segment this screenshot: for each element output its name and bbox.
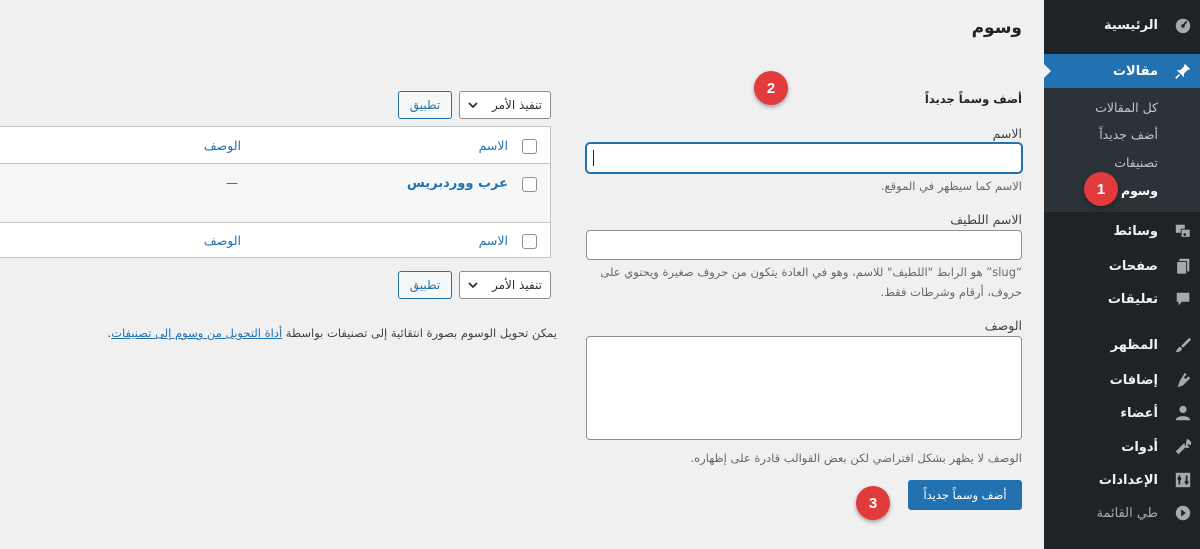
bulk-action-value: تنفيذ الأمر — [492, 98, 542, 112]
collapse-icon — [1175, 505, 1191, 521]
annotation-badge-2: 2 — [754, 71, 788, 105]
slug-help: “slug” هو الرابط "اللطيف" للاسم، وهو في … — [600, 265, 1022, 299]
chevron-down-icon — [468, 282, 478, 289]
menu-label: مقالات — [1112, 63, 1158, 79]
pages-icon — [1176, 258, 1190, 275]
menu-label: إضافات — [1109, 372, 1158, 388]
menu-item-appearance[interactable]: المظهر — [1044, 328, 1200, 362]
menu-item-dashboard[interactable]: الرئيسية — [1044, 8, 1200, 42]
description-label: الوصف — [984, 318, 1022, 333]
media-icon — [1175, 224, 1191, 238]
wrench-icon — [1175, 439, 1192, 455]
menu-item-users[interactable]: أعضاء — [1044, 396, 1200, 430]
admin-sidebar: الرئيسية مقالات كل المقالات أضف جديداً ت… — [1043, 0, 1200, 549]
menu-item-pages[interactable]: صفحات — [1044, 249, 1200, 283]
menu-label: المظهر — [1110, 337, 1158, 353]
tag-slug-input[interactable] — [586, 230, 1022, 260]
menu-label: أعضاء — [1120, 405, 1158, 421]
comment-icon — [1176, 292, 1190, 306]
tag-description-textarea[interactable] — [586, 336, 1022, 440]
menu-item-settings[interactable]: الإعدادات — [1044, 463, 1200, 497]
menu-label: الرئيسية — [1103, 17, 1158, 33]
brush-icon — [1175, 337, 1192, 353]
name-label: الاسم — [992, 126, 1022, 141]
bulk-action-select-bottom[interactable]: تنفيذ الأمر — [459, 271, 551, 299]
column-description-footer[interactable]: الوصف — [204, 233, 241, 248]
plugin-icon — [1177, 372, 1191, 388]
menu-label: الإعدادات — [1098, 472, 1158, 488]
name-help: الاسم كما سيظهر في الموقع. — [880, 179, 1022, 193]
annotation-badge-3: 3 — [856, 486, 890, 520]
table-row: عرب ووردبريس — — [0, 164, 550, 222]
posts-submenu: كل المقالات أضف جديداً تصنيفات وسوم — [1044, 88, 1200, 212]
settings-icon — [1175, 472, 1191, 488]
tag-name-input[interactable] — [586, 143, 1022, 173]
select-all-checkbox[interactable] — [522, 139, 537, 154]
tag-name-link[interactable]: عرب ووردبريس — [407, 176, 508, 191]
table-header-row: الاسم الوصف — [0, 127, 550, 164]
convert-tags-note: يمكن تحويل الوسوم بصورة انتقائية إلى تصن… — [108, 326, 557, 340]
menu-label: أدوات — [1121, 439, 1158, 455]
submenu-tags[interactable]: وسوم — [1121, 183, 1158, 198]
add-new-tag-button[interactable]: أضف وسماً جديداً — [908, 480, 1022, 510]
menu-label: تعليقات — [1107, 291, 1158, 307]
table-footer-row: الاسم الوصف — [0, 222, 550, 258]
tag-description: — — [226, 176, 238, 190]
text-caret — [593, 150, 594, 166]
column-name-footer[interactable]: الاسم — [479, 233, 508, 248]
menu-item-posts[interactable]: مقالات — [1043, 54, 1200, 88]
menu-label: طي القائمة — [1096, 505, 1158, 521]
tags-table: الاسم الوصف عرب ووردبريس — الاسم الوصف — [0, 126, 551, 258]
menu-item-media[interactable]: وسائط — [1044, 214, 1200, 248]
tag-converter-link[interactable]: أداة التحويل من وسوم إلى تصنيفات — [111, 326, 282, 340]
column-name-header[interactable]: الاسم — [479, 138, 508, 153]
select-all-checkbox-footer[interactable] — [522, 234, 537, 249]
column-description-header[interactable]: الوصف — [204, 138, 241, 153]
submenu-add-new[interactable]: أضف جديداً — [1099, 127, 1158, 142]
page-title: وسوم — [971, 18, 1022, 38]
slug-label: الاسم اللطيف — [950, 212, 1022, 227]
menu-item-comments[interactable]: تعليقات — [1044, 282, 1200, 316]
apply-button-bottom[interactable]: تطبيق — [398, 271, 452, 299]
menu-label: وسائط — [1113, 223, 1158, 239]
submenu-all-posts[interactable]: كل المقالات — [1095, 100, 1158, 115]
submenu-categories[interactable]: تصنيفات — [1114, 155, 1158, 170]
dashboard-icon — [1175, 18, 1191, 34]
convert-note-text: يمكن تحويل الوسوم بصورة انتقائية إلى تصن… — [285, 326, 557, 340]
user-icon — [1175, 405, 1191, 421]
bulk-action-select-top[interactable]: تنفيذ الأمر — [459, 91, 551, 119]
annotation-badge-1: 1 — [1084, 172, 1118, 206]
form-heading: أضف وسماً جديداً — [924, 92, 1022, 106]
menu-label: صفحات — [1108, 258, 1158, 274]
bulk-action-value: تنفيذ الأمر — [492, 278, 542, 292]
menu-item-plugins[interactable]: إضافات — [1044, 363, 1200, 397]
pushpin-icon — [1175, 63, 1191, 79]
chevron-down-icon — [468, 102, 478, 109]
row-checkbox[interactable] — [522, 177, 537, 192]
menu-item-tools[interactable]: أدوات — [1044, 430, 1200, 464]
description-help: الوصف لا يظهر بشكل افتراضي لكن بعض القوا… — [690, 451, 1022, 465]
apply-button-top[interactable]: تطبيق — [398, 91, 452, 119]
menu-item-collapse[interactable]: طي القائمة — [1044, 496, 1200, 530]
